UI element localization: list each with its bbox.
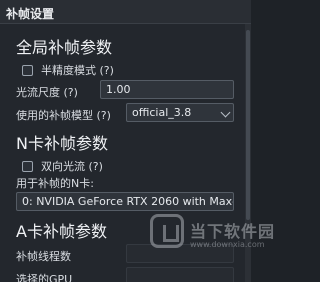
bidir-flow-label: 双向光流 (?): [41, 160, 103, 173]
section-nvidia-title: N卡补帧参数: [16, 134, 108, 153]
section-global-title: 全局补帧参数: [16, 38, 113, 57]
bidir-flow-checkbox[interactable]: [22, 160, 33, 172]
amd-gpu-label: 选择的GPU: [16, 273, 73, 282]
model-label: 使用的补帧模型 (?): [16, 109, 111, 122]
panel-title: 补帧设置: [0, 0, 251, 24]
watermark: 当下软件园 www.downxia.com: [150, 210, 274, 270]
scrollbar-thumb[interactable]: [246, 30, 250, 220]
section-amd-title: A卡补帧参数: [16, 222, 107, 241]
bidir-flow-row[interactable]: 双向光流 (?): [22, 158, 103, 174]
half-precision-checkbox[interactable]: [22, 64, 33, 76]
threads-label: 补帧线程数: [16, 250, 71, 263]
chevron-down-icon: [220, 107, 231, 118]
watermark-name: 当下软件园: [190, 222, 276, 241]
watermark-url: www.downxia.com: [190, 240, 265, 249]
watermark-logo-icon: [150, 214, 184, 248]
flow-scale-label: 光流尺度 (?): [16, 86, 78, 99]
half-precision-row[interactable]: 半精度模式 (?): [22, 62, 114, 78]
flow-scale-input[interactable]: 1.00: [100, 80, 234, 99]
half-precision-label: 半精度模式 (?): [41, 64, 114, 77]
nvidia-gpu-label: 用于补帧的N卡:: [16, 177, 94, 190]
nvidia-gpu-select[interactable]: 0: NVIDIA GeForce RTX 2060 with Max-Q De…: [16, 192, 234, 211]
model-select[interactable]: official_3.8: [126, 103, 234, 122]
